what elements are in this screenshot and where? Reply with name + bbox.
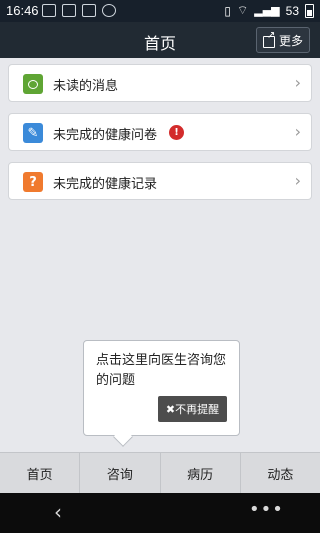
chat-icon bbox=[62, 4, 76, 17]
consult-tooltip: 点击这里向医生咨询您的问题 ✖不再提醒 bbox=[83, 340, 240, 447]
signal-icon: ▂▄▆ bbox=[254, 4, 280, 17]
check-icon bbox=[102, 4, 116, 17]
back-icon[interactable]: ‹ bbox=[54, 500, 62, 524]
question-icon: ? bbox=[23, 172, 43, 192]
sms-icon bbox=[42, 4, 56, 17]
wifi-icon: ⌔ bbox=[236, 3, 249, 17]
tab-news[interactable]: 动态 bbox=[241, 453, 320, 493]
list-item-label: 未完成的健康问卷 bbox=[53, 128, 158, 143]
chevron-right-icon: › bbox=[294, 171, 301, 190]
battery-percent: 53 bbox=[285, 3, 299, 18]
menu-dots-icon[interactable]: ••• bbox=[249, 499, 284, 520]
title-bar: 首页 更多 bbox=[0, 22, 320, 58]
pencil-icon: ✎ bbox=[23, 123, 43, 143]
message-icon bbox=[23, 74, 43, 94]
dismiss-button[interactable]: ✖不再提醒 bbox=[158, 396, 227, 422]
status-bar: 16:46 ▯ ⌔ ▂▄▆ 53 bbox=[0, 0, 320, 22]
alert-badge: ! bbox=[169, 125, 184, 140]
chevron-right-icon: › bbox=[294, 73, 301, 92]
list-item-label: 未完成的健康记录 bbox=[53, 177, 158, 192]
status-right: ▯ ⌔ ▂▄▆ 53 bbox=[224, 3, 314, 18]
list-item-questionnaire[interactable]: ✎ 未完成的健康问卷 ! › bbox=[8, 113, 312, 151]
tooltip-arrow bbox=[113, 427, 133, 447]
tab-consult[interactable]: 咨询 bbox=[80, 453, 161, 493]
status-time: 16:46 bbox=[6, 3, 39, 18]
list-item-unread-messages[interactable]: 未读的消息 › bbox=[8, 64, 312, 102]
tab-home[interactable]: 首页 bbox=[0, 453, 81, 493]
tooltip-text: 点击这里向医生咨询您的问题 bbox=[96, 353, 227, 388]
more-button[interactable]: 更多 bbox=[255, 27, 310, 53]
list-item-label: 未读的消息 bbox=[53, 79, 119, 94]
share-icon bbox=[262, 30, 276, 48]
list-item-health-record[interactable]: ? 未完成的健康记录 › bbox=[8, 162, 312, 200]
bottom-tab-bar: 首页 咨询 病历 动态 bbox=[0, 452, 320, 493]
system-nav-bar: ‹ ••• bbox=[0, 493, 320, 533]
notification-icons bbox=[42, 4, 116, 17]
chevron-right-icon: › bbox=[294, 122, 301, 141]
image-icon bbox=[82, 4, 96, 17]
more-button-label: 更多 bbox=[278, 33, 303, 48]
battery-icon bbox=[305, 3, 314, 18]
tab-records[interactable]: 病历 bbox=[161, 453, 241, 493]
vibrate-icon: ▯ bbox=[224, 3, 231, 18]
